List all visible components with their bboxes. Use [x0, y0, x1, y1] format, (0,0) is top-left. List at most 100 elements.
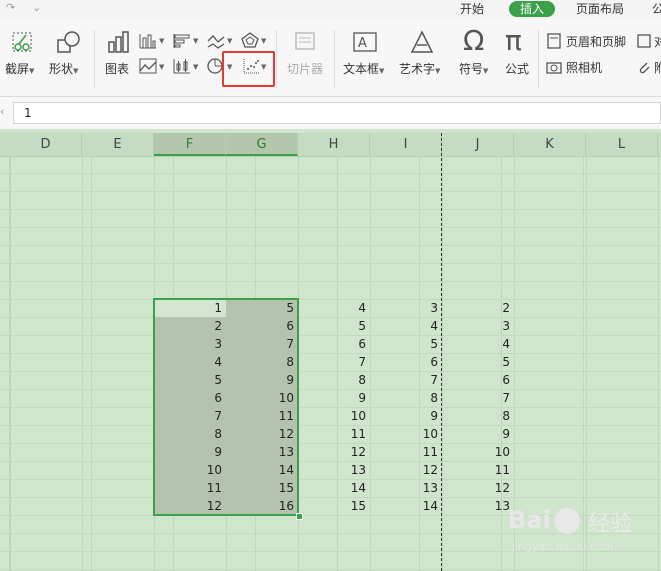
column-header-k[interactable]: K: [514, 133, 586, 156]
column-header-l[interactable]: L: [586, 133, 658, 156]
column-header-i[interactable]: I: [370, 133, 442, 156]
ribbon-insert: 截屏▼ 形状▼ 图表 ▼ ▼ ▼ ▼ ▼ ▼ ▼ ▼ 切片器 A 文本框▼ 艺术…: [0, 18, 661, 97]
grid-column-line: [658, 157, 659, 571]
scissors-crop-icon: [12, 32, 32, 52]
table-cell[interactable]: 13: [370, 479, 438, 497]
fill-handle[interactable]: [296, 513, 303, 520]
grid-row-line: [0, 227, 661, 228]
attachment-button-partial[interactable]: 附: [636, 56, 661, 78]
table-cell[interactable]: 8: [370, 389, 438, 407]
redo-icon[interactable]: ↷: [6, 1, 15, 14]
table-cell[interactable]: 10: [298, 407, 366, 425]
table-cell[interactable]: 4: [370, 317, 438, 335]
table-cell[interactable]: 10: [442, 443, 510, 461]
radar-chart-button[interactable]: ▼: [240, 30, 268, 52]
table-cell[interactable]: 5: [442, 353, 510, 371]
column-header-h[interactable]: H: [298, 133, 370, 156]
table-cell[interactable]: 6: [370, 353, 438, 371]
line-chart-button[interactable]: ▼: [206, 30, 234, 52]
camera-button[interactable]: 照相机: [546, 56, 616, 78]
quick-access-dropdown-icon[interactable]: ⌄: [32, 1, 41, 14]
table-cell[interactable]: 5: [370, 335, 438, 353]
tab-formulas-partial[interactable]: 公: [652, 1, 661, 17]
table-cell[interactable]: 11: [442, 461, 510, 479]
header-footer-button[interactable]: 页眉和页脚: [546, 30, 630, 52]
stock-chart-button[interactable]: ▼: [172, 56, 200, 78]
wordart-icon: [410, 30, 434, 53]
tab-insert[interactable]: 插入: [509, 1, 556, 17]
ribbon-tab-bar: ↷ ⌄ 开始 插入 页面布局 公: [0, 0, 661, 18]
paw-logo-icon: [554, 508, 580, 534]
camera-icon: [546, 62, 562, 74]
table-cell[interactable]: 3: [442, 317, 510, 335]
table-cell[interactable]: 8: [442, 407, 510, 425]
column-chart-button[interactable]: ▼: [138, 30, 166, 52]
table-cell[interactable]: 5: [298, 317, 366, 335]
column-header-d[interactable]: D: [10, 133, 82, 156]
wordart-button[interactable]: 艺术字▼: [396, 30, 448, 88]
table-cell[interactable]: 11: [298, 425, 366, 443]
chevron-left-icon: ‹: [0, 105, 5, 118]
table-cell[interactable]: 13: [442, 497, 510, 515]
table-cell[interactable]: 9: [442, 425, 510, 443]
table-cell[interactable]: 4: [442, 335, 510, 353]
slicer-button[interactable]: 切片器: [284, 30, 326, 88]
ribbon-separator: [94, 30, 95, 88]
area-chart-icon: [139, 58, 157, 74]
shapes-label: 形状: [49, 62, 74, 76]
object-label: 对: [654, 35, 661, 49]
table-cell[interactable]: 14: [298, 479, 366, 497]
formula-button[interactable]: π 公式: [502, 24, 534, 88]
table-cell[interactable]: 6: [442, 371, 510, 389]
table-cell[interactable]: 9: [370, 407, 438, 425]
table-cell[interactable]: 14: [370, 497, 438, 515]
slicer-icon: [295, 32, 315, 50]
column-header-f[interactable]: F: [154, 133, 226, 156]
grid-row-line: [0, 245, 661, 246]
bar-chart-button[interactable]: ▼: [172, 30, 200, 52]
table-cell[interactable]: 4: [298, 299, 366, 317]
paperclip-icon: [639, 62, 650, 74]
table-cell[interactable]: 13: [298, 461, 366, 479]
table-cell[interactable]: 15: [298, 497, 366, 515]
screenshot-button[interactable]: 截屏▼: [2, 30, 42, 88]
shapes-button[interactable]: 形状▼: [48, 30, 88, 88]
textbox-button[interactable]: A 文本框▼: [340, 30, 388, 88]
table-cell[interactable]: 7: [442, 389, 510, 407]
column-header-row: D E F G H I J K L: [0, 133, 661, 157]
column-header-e[interactable]: E: [82, 133, 154, 156]
column-header-g[interactable]: G: [226, 133, 298, 156]
grid-row-line: [0, 263, 661, 264]
formula-input[interactable]: 1: [13, 102, 661, 124]
stock-chart-icon: [173, 59, 190, 74]
table-cell[interactable]: 7: [370, 371, 438, 389]
table-cell[interactable]: 3: [370, 299, 438, 317]
header-footer-label: 页眉和页脚: [566, 35, 627, 49]
formula-bar: ‹ 1: [0, 97, 661, 129]
table-cell[interactable]: 12: [370, 461, 438, 479]
tab-page-layout[interactable]: 页面布局: [576, 1, 624, 17]
pentagon-radar-icon: [241, 32, 259, 48]
table-cell[interactable]: 11: [370, 443, 438, 461]
watermark-url: jingyan.baidu.com: [512, 540, 614, 553]
table-cell[interactable]: 10: [370, 425, 438, 443]
table-cell[interactable]: 8: [298, 371, 366, 389]
ribbon-separator: [538, 30, 539, 88]
table-cell[interactable]: 12: [298, 443, 366, 461]
table-cell[interactable]: 2: [442, 299, 510, 317]
column-header-j[interactable]: J: [442, 133, 514, 156]
grid-row-line: [0, 281, 661, 282]
header-footer-icon: [547, 33, 561, 49]
object-button-partial[interactable]: 对: [636, 30, 661, 52]
chart-button[interactable]: 图表: [102, 30, 134, 88]
area-chart-button[interactable]: ▼: [138, 56, 166, 78]
tab-home[interactable]: 开始: [460, 1, 484, 17]
bar-chart-icon: [108, 31, 129, 53]
omega-icon: Ω: [463, 24, 485, 57]
table-cell[interactable]: 6: [298, 335, 366, 353]
table-cell[interactable]: 12: [442, 479, 510, 497]
table-cell[interactable]: 9: [298, 389, 366, 407]
baidu-jingyan-watermark: Bai 经验 jingyan.baidu.com: [508, 506, 658, 562]
table-cell[interactable]: 7: [298, 353, 366, 371]
symbol-button[interactable]: Ω 符号▼: [456, 24, 496, 88]
